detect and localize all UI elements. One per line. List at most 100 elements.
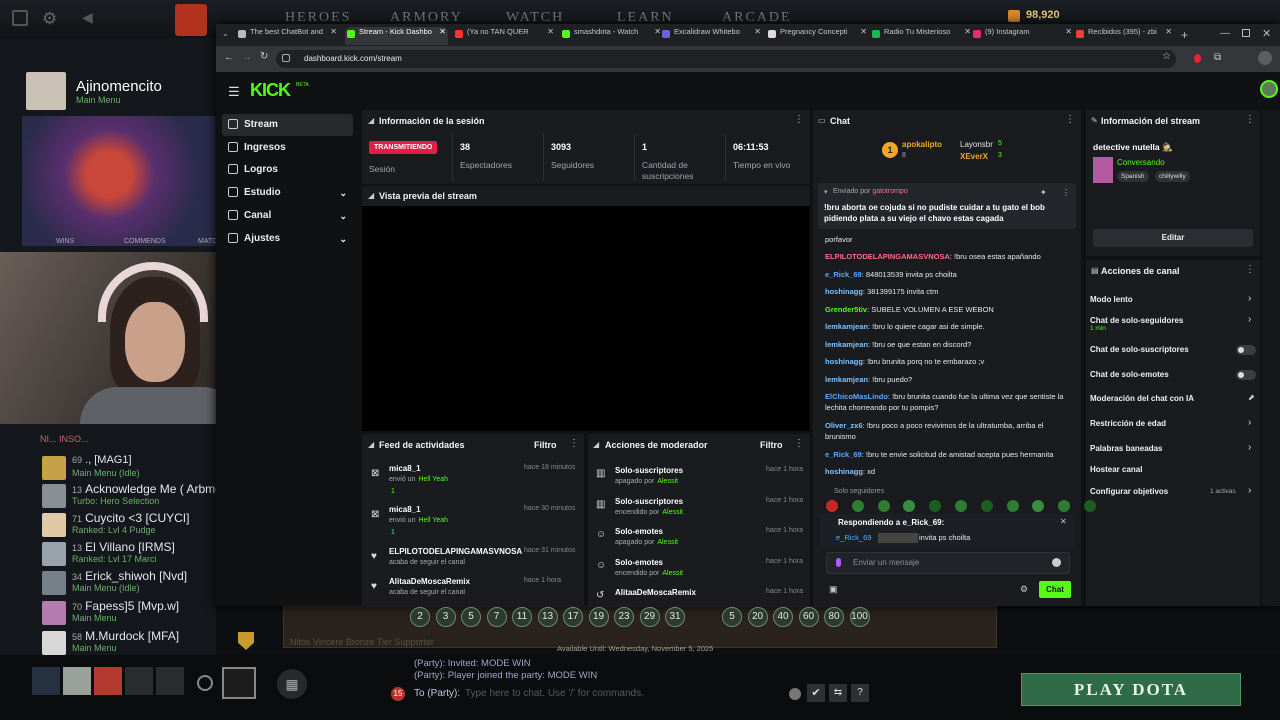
level-reward[interactable]: 23 — [614, 607, 634, 627]
friend-item[interactable]: 13 El Villano [IRMS] Ranked: Lvl 17 Marc… — [42, 540, 218, 568]
guild-icon[interactable] — [222, 667, 256, 699]
chat-message[interactable]: hoshinagg: xd — [825, 466, 1070, 477]
channel-action-restricci-n-de-edad[interactable]: Restricción de edad — [1090, 419, 1166, 428]
new-tab-icon[interactable]: + — [1181, 28, 1188, 42]
browser-tab[interactable]: (9) Instagram ✕ — [971, 27, 1074, 45]
tab-close-icon[interactable]: ✕ — [330, 27, 337, 36]
chevron-right-icon[interactable]: › — [1248, 314, 1251, 325]
chat-username[interactable]: hoshinagg — [825, 357, 863, 366]
avatar[interactable] — [26, 72, 66, 110]
sidebar-item-logros[interactable]: Logros — [222, 159, 353, 181]
chat-username[interactable]: Grender5tiv — [825, 305, 867, 314]
sidebar-item-ingresos[interactable]: Ingresos — [222, 137, 353, 159]
channel-action-modo-lento[interactable]: Modo lento — [1090, 295, 1133, 304]
browser-tab[interactable]: Pregnancy Concepti ✕ — [766, 27, 869, 45]
close-icon[interactable]: ✕ — [1262, 27, 1271, 40]
top-gifter-name[interactable]: apokalipto — [902, 140, 942, 149]
edit-stream-button[interactable]: Editar — [1093, 229, 1253, 247]
unpin-icon[interactable]: ✦ — [1040, 188, 1047, 197]
mod-by[interactable]: Alessit — [662, 570, 683, 577]
friend-item[interactable]: 70 Fapess]5 [Mvp.w] Main Menu — [42, 599, 218, 627]
translate-icon[interactable]: ⇆ — [829, 684, 847, 702]
sidebar-item-ajustes[interactable]: Ajustes ⌄ — [222, 228, 353, 250]
chevron-right-icon[interactable]: › — [1248, 485, 1251, 496]
tab-search-icon[interactable]: ⌄ — [222, 29, 229, 38]
chat-message[interactable]: ElChicoMasLindo: !bru brunita cuando fue… — [825, 391, 1070, 413]
channel-action-chat-de-solo-emotes[interactable]: Chat de solo-emotes — [1090, 370, 1169, 379]
tag[interactable]: chillywilly — [1155, 171, 1190, 182]
emoji-icon[interactable] — [1052, 558, 1061, 567]
friend-item[interactable]: 58 M.Murdock [MFA] Main Menu — [42, 629, 218, 657]
browser-tab[interactable]: The best ChatBot and ✕ — [236, 27, 339, 45]
chat-menu-icon[interactable]: ⋮ — [1065, 114, 1075, 125]
level-reward[interactable]: 20 — [747, 607, 768, 627]
chat-message[interactable]: hoshinagg: 381399175 invita ctm — [825, 286, 1070, 297]
mod-filter-button[interactable]: Filtro — [760, 440, 783, 450]
tab-close-icon[interactable]: ✕ — [964, 27, 971, 36]
url-field[interactable] — [276, 50, 1176, 68]
browser-tab[interactable]: Excalidraw Whitebo ✕ — [660, 27, 763, 45]
channel-actions-menu-icon[interactable]: ⋮ — [1245, 264, 1255, 275]
friend-item[interactable]: 69 ., [MAG1] Main Menu (Idle) — [42, 454, 218, 482]
hero-slot-icon[interactable] — [156, 667, 184, 695]
chat-message[interactable]: e_Rick_69: 848013539 invita ps choilta — [825, 269, 1070, 280]
chat-message[interactable]: Grender5tiv: SUBELE VOLUMEN A ESE WEBON — [825, 304, 1070, 315]
feed-menu-icon[interactable]: ⋮ — [569, 438, 579, 449]
level-reward[interactable]: 3 — [435, 607, 456, 627]
friend-item[interactable]: 71 Cuycito <3 [CUYCI] Ranked: Lvl 4 Pudg… — [42, 511, 218, 539]
gear-icon[interactable]: ⚙ — [42, 9, 57, 29]
chat-username[interactable]: ElChicoMasLindo — [825, 392, 888, 401]
mod-by[interactable]: Alessit — [657, 539, 678, 546]
feed-user[interactable]: ELPILOTODELAPINGAMASVNOSA — [389, 547, 522, 556]
dota-chat-input[interactable]: Type here to chat. Use '/' for commands. — [465, 688, 785, 699]
toggle-switch[interactable] — [1236, 370, 1256, 380]
emote-icon[interactable] — [955, 500, 967, 512]
hero-slot-icon[interactable] — [63, 667, 91, 695]
chat-message[interactable]: e_Rick_69: !bru te envie solicitud de am… — [825, 449, 1070, 460]
mod-by[interactable]: Alessit — [662, 509, 683, 516]
maximize-icon[interactable] — [1242, 29, 1250, 37]
chat-message[interactable]: hoshinagg: !bru brunita porq no te embar… — [825, 356, 1070, 367]
tab-close-icon[interactable]: ✕ — [754, 27, 761, 36]
level-reward[interactable]: 19 — [588, 607, 609, 627]
tag[interactable]: Spanish — [1117, 171, 1149, 182]
emote-icon[interactable] — [1084, 500, 1096, 512]
browser-tab[interactable]: Stream - Kick Dashbo ✕ — [345, 27, 448, 45]
tab-close-icon[interactable]: ✕ — [1065, 27, 1072, 36]
emote-icon[interactable] — [826, 500, 838, 512]
chevron-right-icon[interactable]: › — [1248, 293, 1251, 304]
toggle-switch[interactable] — [1236, 345, 1256, 355]
level-reward[interactable]: 11 — [512, 607, 532, 627]
play-dota-button[interactable]: PLAY DOTA — [1021, 673, 1241, 706]
level-reward[interactable]: 13 — [537, 607, 558, 627]
emote-icon[interactable] — [851, 500, 864, 512]
chat-username[interactable]: e_Rick_69 — [825, 450, 862, 459]
emote-icon[interactable] — [877, 500, 890, 512]
level-reward[interactable]: 5 — [461, 607, 481, 627]
back-icon[interactable]: ← — [224, 52, 234, 63]
apps-grid-icon[interactable]: ▦ — [277, 669, 307, 699]
browser-tab[interactable]: (Ya no TAN QUER ✕ — [453, 27, 556, 45]
channel-action-moderaci-n-del-chat-con-ia[interactable]: Moderación del chat con IA — [1090, 394, 1194, 403]
level-reward[interactable]: 2 — [410, 607, 430, 627]
emote-icon[interactable] — [980, 500, 993, 512]
chat-username[interactable]: hoshinagg — [825, 287, 863, 296]
site-info-icon[interactable] — [282, 54, 290, 62]
chevron-right-icon[interactable]: › — [1248, 417, 1251, 428]
profile-icon[interactable] — [1258, 51, 1272, 65]
chat-username[interactable]: hoshinagg — [825, 467, 863, 476]
friend-item[interactable]: 34 Erick_shiwoh [Nvd] Main Menu (Idle) — [42, 569, 218, 597]
tab-close-icon[interactable]: ✕ — [860, 27, 867, 36]
chat-username[interactable]: ELPILOTODELAPINGAMASVNOSA — [825, 252, 950, 261]
level-reward[interactable]: 17 — [563, 607, 583, 627]
channel-action-palabras-baneadas[interactable]: Palabras baneadas — [1090, 444, 1162, 453]
tab-close-icon[interactable]: ✕ — [547, 27, 554, 36]
chat-username[interactable]: Oliver_zx6 — [825, 421, 863, 430]
hero-slot-icon[interactable] — [125, 667, 153, 695]
extensions-icon[interactable]: ⧉ — [1214, 52, 1221, 63]
chat-message[interactable]: lemkamjean: !bru oe que estan en discord… — [825, 339, 1070, 350]
channel-action-chat-de-solo-seguidores[interactable]: Chat de solo-seguidores — [1090, 316, 1183, 325]
channel-action-chat-de-solo-suscriptores[interactable]: Chat de solo-suscriptores — [1090, 345, 1189, 354]
level-reward[interactable]: 7 — [486, 607, 507, 627]
sidebar-item-canal[interactable]: Canal ⌄ — [222, 205, 353, 227]
